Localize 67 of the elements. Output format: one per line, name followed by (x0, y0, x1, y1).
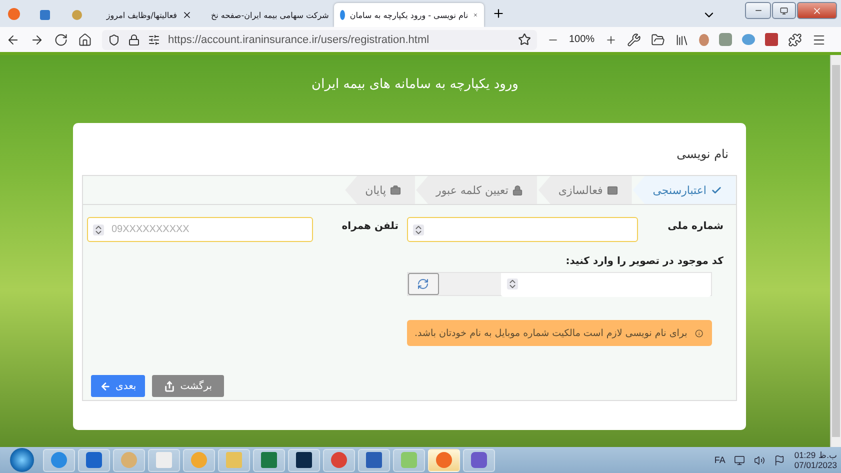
browser-tab[interactable]: شرکت سهامی بیمه ایران-صفحه نخ (200, 4, 332, 26)
restore-icon (780, 6, 788, 14)
zoom-level[interactable]: 100% (569, 34, 595, 45)
new-tab-icon[interactable] (492, 7, 505, 20)
share-arrow-icon (164, 380, 176, 392)
url-text: https://account.iraninsurance.ir/users/registration.html (168, 34, 430, 46)
wizard-step[interactable]: پایان (345, 176, 416, 204)
captcha-image (438, 273, 500, 295)
close-window-button[interactable] (797, 2, 837, 19)
volume-icon[interactable] (754, 454, 766, 466)
refresh-icon (417, 278, 429, 290)
captcha-field[interactable] (406, 272, 712, 296)
envelope-icon (606, 184, 618, 196)
field-label: شماره ملی (666, 220, 724, 232)
text-input-field[interactable] (406, 217, 638, 242)
reload-icon[interactable] (54, 32, 68, 46)
check-icon (710, 184, 722, 196)
wizard-step[interactable]: فعالسازی (538, 176, 632, 204)
shield-icon (108, 34, 120, 46)
address-bar[interactable]: https://account.iraninsurance.ir/users/registration.html (102, 30, 537, 50)
start-button[interactable] (10, 448, 34, 472)
close-tab-icon[interactable] (182, 10, 192, 20)
menu-icon[interactable] (812, 32, 826, 46)
next-button[interactable]: بعدی (90, 375, 146, 397)
bookmark-star-icon[interactable] (518, 33, 531, 46)
back-icon[interactable] (6, 32, 20, 46)
close-icon (812, 6, 822, 16)
extensions-icon[interactable] (788, 32, 802, 46)
lock-icon (512, 184, 524, 196)
permissions-icon (148, 34, 160, 46)
browser-tab[interactable]: فعالیتها/وظایف امروز (66, 4, 198, 26)
language-indicator[interactable]: FA (714, 455, 726, 465)
browser-tab[interactable]: نام نویسی - ورود یکپارچه به سامان (334, 3, 484, 27)
wizard-step[interactable]: اعتبارسنجی (632, 176, 736, 204)
flag-icon[interactable] (774, 454, 786, 466)
step-label: پایان (365, 184, 386, 196)
network-icon[interactable] (734, 454, 746, 466)
wrench-icon[interactable] (626, 32, 641, 46)
page-heading: ورود یکپارچه به سامانه های بیمه ایران (312, 77, 518, 94)
step-label: تعیین کلمه عبور (436, 184, 508, 196)
spinner-icon[interactable] (506, 278, 518, 290)
step-label: فعالسازی (558, 184, 603, 196)
minimize-button[interactable] (745, 2, 771, 19)
field-label: تلفن همراه (340, 220, 398, 232)
captcha-label: کد موجود در تصویر را وارد کنید: (564, 256, 724, 267)
forward-icon[interactable] (30, 32, 44, 46)
alert-text: برای نام نویسی لازم است مالکیت شماره موبایل به نام خودتان باشد. (414, 328, 688, 338)
zoom-in-icon[interactable] (604, 34, 617, 46)
tab-title: نام نویسی - ورود یکپارچه به سامان (350, 10, 468, 20)
restore-button[interactable] (772, 2, 796, 19)
lock-icon (128, 34, 140, 46)
taskbar-app-button[interactable] (358, 448, 390, 472)
scrollbar[interactable] (830, 55, 841, 447)
info-icon (695, 328, 704, 338)
library-icon[interactable] (674, 32, 689, 46)
arrow-left-icon (100, 380, 110, 392)
taskbar-app-button[interactable] (288, 448, 320, 472)
card-title: نام نویسی (676, 147, 730, 163)
briefcase-icon (390, 184, 402, 196)
refresh-captcha-button[interactable] (408, 273, 438, 295)
home-icon[interactable] (78, 32, 92, 46)
text-input-field[interactable]: 09XXXXXXXXXX (86, 217, 312, 242)
wizard-step[interactable]: تعیین کلمه عبور (416, 176, 538, 204)
step-label: اعتبارسنجی (652, 184, 706, 196)
tab-title: شرکت سهامی بیمه ایران-صفحه نخ (211, 10, 329, 20)
back-button[interactable]: برگشت (152, 375, 224, 397)
tab-title: فعالیتها/وظایف امروز (105, 10, 177, 20)
